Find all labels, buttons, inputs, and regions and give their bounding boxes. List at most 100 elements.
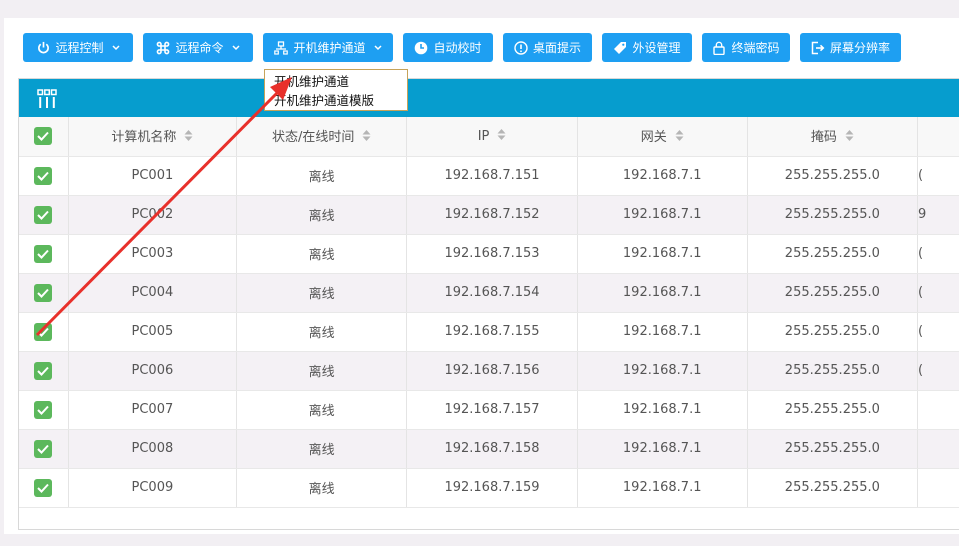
row-checkbox[interactable] (34, 283, 53, 302)
cell-mask: 255.255.255.0 (747, 429, 919, 469)
cell-gateway: 192.168.7.1 (577, 234, 748, 274)
table-row[interactable]: PC007 离线 192.168.7.157 192.168.7.1 255.255.2… (19, 390, 959, 430)
cell-mask: 255.255.255.0 (747, 390, 919, 430)
cell-gateway: 192.168.7.1 (577, 312, 748, 352)
cell-name: PC008 (68, 429, 237, 469)
desktop-hint-button[interactable]: 桌面提示 (503, 33, 592, 62)
column-header-status[interactable]: 状态/在线时间 (236, 117, 408, 157)
cell-status: 离线 (236, 390, 408, 430)
command-icon (156, 41, 170, 55)
column-header-extra (917, 117, 959, 157)
cell-gateway: 192.168.7.1 (577, 156, 748, 196)
table-row[interactable]: PC006 离线 192.168.7.156 192.168.7.1 255.255.2… (19, 351, 959, 391)
cell-ip: 192.168.7.159 (406, 468, 578, 508)
row-checkbox[interactable] (34, 400, 53, 419)
chevron-down-icon (231, 44, 240, 52)
peripheral-button[interactable]: 外设管理 (602, 33, 692, 62)
lock-password-button[interactable]: 终端密码 (702, 33, 790, 62)
remote-command-label: 远程命令 (175, 41, 224, 55)
table-row[interactable]: PC002 离线 192.168.7.152 192.168.7.1 255.255.2… (19, 195, 959, 235)
cell-ip: 192.168.7.158 (406, 429, 578, 469)
select-all-checkbox[interactable] (34, 127, 53, 146)
cell-gateway: 192.168.7.1 (577, 468, 748, 508)
cell-extra: ( (917, 234, 959, 274)
cell-gateway: 192.168.7.1 (577, 390, 748, 430)
sort-icon (184, 129, 193, 146)
auto-time-button[interactable]: 自动校时 (403, 33, 493, 62)
column-header-gateway-label: 网关 (640, 130, 667, 146)
row-select-cell (19, 273, 69, 313)
sort-icon (362, 129, 371, 146)
row-select-cell (19, 195, 69, 235)
row-checkbox[interactable] (34, 205, 53, 224)
row-select-cell (19, 234, 69, 274)
column-header-status-label: 状态/在线时间 (271, 130, 355, 146)
table-row[interactable]: PC004 离线 192.168.7.154 192.168.7.1 255.255.2… (19, 273, 959, 313)
cell-status: 离线 (236, 468, 408, 508)
column-header-mask[interactable]: 掩码 (747, 117, 919, 157)
cell-mask: 255.255.255.0 (747, 312, 919, 352)
table-row[interactable]: PC005 离线 192.168.7.155 192.168.7.1 255.255.2… (19, 312, 959, 352)
info-icon (514, 40, 528, 55)
dropdown-item-boot-channel-template[interactable]: 开机维护通道模版 (274, 91, 407, 110)
cell-status: 离线 (236, 195, 408, 235)
resolution-button[interactable]: 屏幕分辨率 (800, 33, 901, 62)
row-checkbox[interactable] (34, 478, 53, 497)
cell-name: PC003 (68, 234, 237, 274)
cell-name: PC009 (68, 468, 237, 508)
cell-ip: 192.168.7.152 (406, 195, 578, 235)
row-select-cell (19, 312, 69, 352)
clock-icon (414, 41, 428, 55)
row-select-cell (19, 156, 69, 196)
cell-ip: 192.168.7.156 (406, 351, 578, 391)
cell-extra (917, 429, 959, 469)
cell-name: PC007 (68, 390, 237, 430)
remote-command-button[interactable]: 远程命令 (143, 33, 253, 62)
column-header-name[interactable]: 计算机名称 (68, 117, 237, 157)
table-header-row: 计算机名称 状态/在线时间 IP 网关 掩码 (19, 117, 959, 157)
cell-mask: 255.255.255.0 (747, 468, 919, 508)
cell-ip: 192.168.7.157 (406, 390, 578, 430)
sort-icon (845, 129, 854, 146)
table-row[interactable]: PC009 离线 192.168.7.159 192.168.7.1 255.255.2… (19, 468, 959, 508)
peripheral-label: 外设管理 (632, 41, 681, 55)
columns-icon[interactable] (37, 89, 57, 113)
row-checkbox[interactable] (34, 361, 53, 380)
column-header-gateway[interactable]: 网关 (577, 117, 748, 157)
cell-gateway: 192.168.7.1 (577, 429, 748, 469)
remote-control-label: 远程控制 (55, 41, 104, 55)
table-row[interactable]: PC008 离线 192.168.7.158 192.168.7.1 255.255.2… (19, 429, 959, 469)
row-checkbox[interactable] (34, 166, 53, 185)
dropdown-item-boot-channel[interactable]: 开机维护通道 (274, 72, 407, 91)
row-checkbox[interactable] (34, 322, 53, 341)
cell-extra: ( (917, 156, 959, 196)
row-select-cell (19, 351, 69, 391)
auto-time-label: 自动校时 (433, 41, 482, 55)
column-header-ip[interactable]: IP (406, 117, 578, 157)
cell-name: PC002 (68, 195, 237, 235)
cell-gateway: 192.168.7.1 (577, 273, 748, 313)
remote-control-button[interactable]: 远程控制 (23, 33, 133, 62)
row-select-cell (19, 390, 69, 430)
cell-ip: 192.168.7.155 (406, 312, 578, 352)
row-checkbox[interactable] (34, 244, 53, 263)
chevron-down-icon (373, 44, 382, 52)
cell-extra (917, 468, 959, 508)
boot-channel-dropdown: 开机维护通道 开机维护通道模版 (264, 69, 408, 111)
column-header-ip-label: IP (477, 128, 490, 144)
cell-extra: ( (917, 273, 959, 313)
cell-status: 离线 (236, 351, 408, 391)
cell-status: 离线 (236, 156, 408, 196)
boot-channel-button[interactable]: 开机维护通道 (263, 33, 393, 62)
row-select-cell (19, 429, 69, 469)
cell-extra: ( (917, 312, 959, 352)
row-checkbox[interactable] (34, 439, 53, 458)
cell-status: 离线 (236, 273, 408, 313)
table-row[interactable]: PC003 离线 192.168.7.153 192.168.7.1 255.255.2… (19, 234, 959, 274)
cell-extra: 9 (917, 195, 959, 235)
resolution-label: 屏幕分辨率 (829, 41, 890, 55)
sort-icon (497, 128, 506, 145)
table-row[interactable]: PC001 离线 192.168.7.151 192.168.7.1 255.255.2… (19, 156, 959, 196)
cell-name: PC004 (68, 273, 237, 313)
cell-ip: 192.168.7.153 (406, 234, 578, 274)
